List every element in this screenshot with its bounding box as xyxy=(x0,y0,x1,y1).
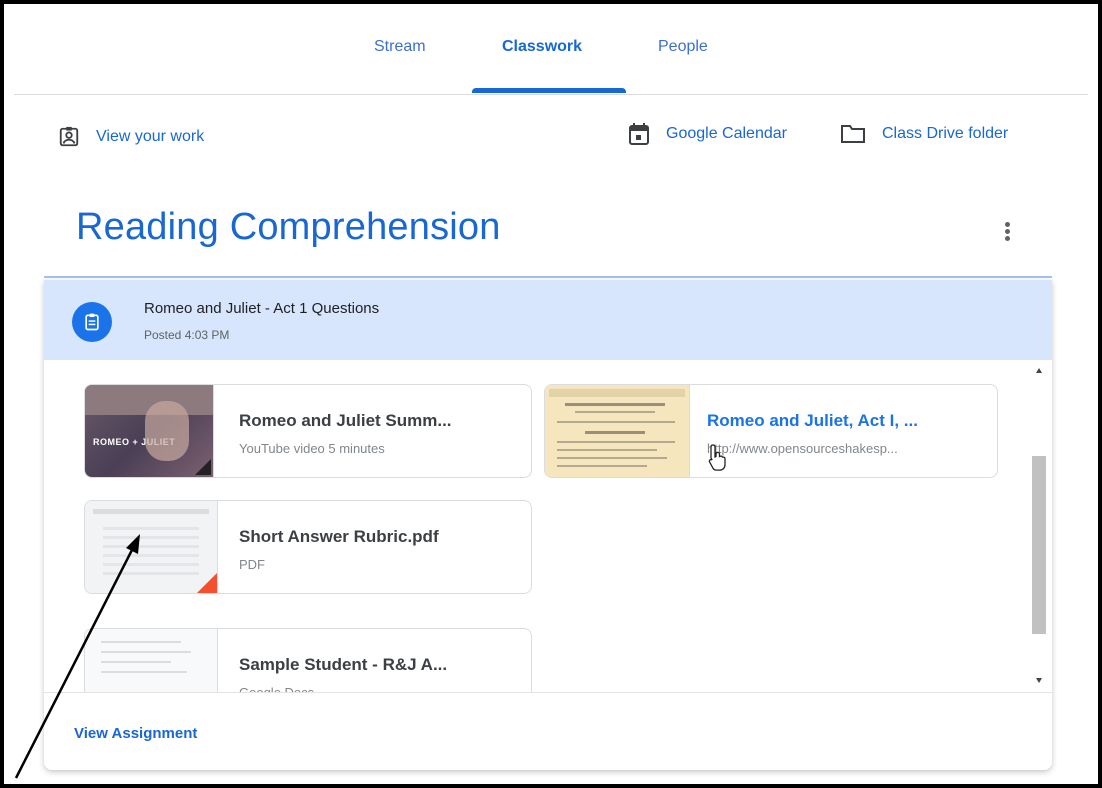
classroom-page: Stream Classwork People View your work G… xyxy=(14,8,1088,780)
screenshot-frame: Stream Classwork People View your work G… xyxy=(0,0,1102,788)
annotation-arrow xyxy=(14,534,140,779)
